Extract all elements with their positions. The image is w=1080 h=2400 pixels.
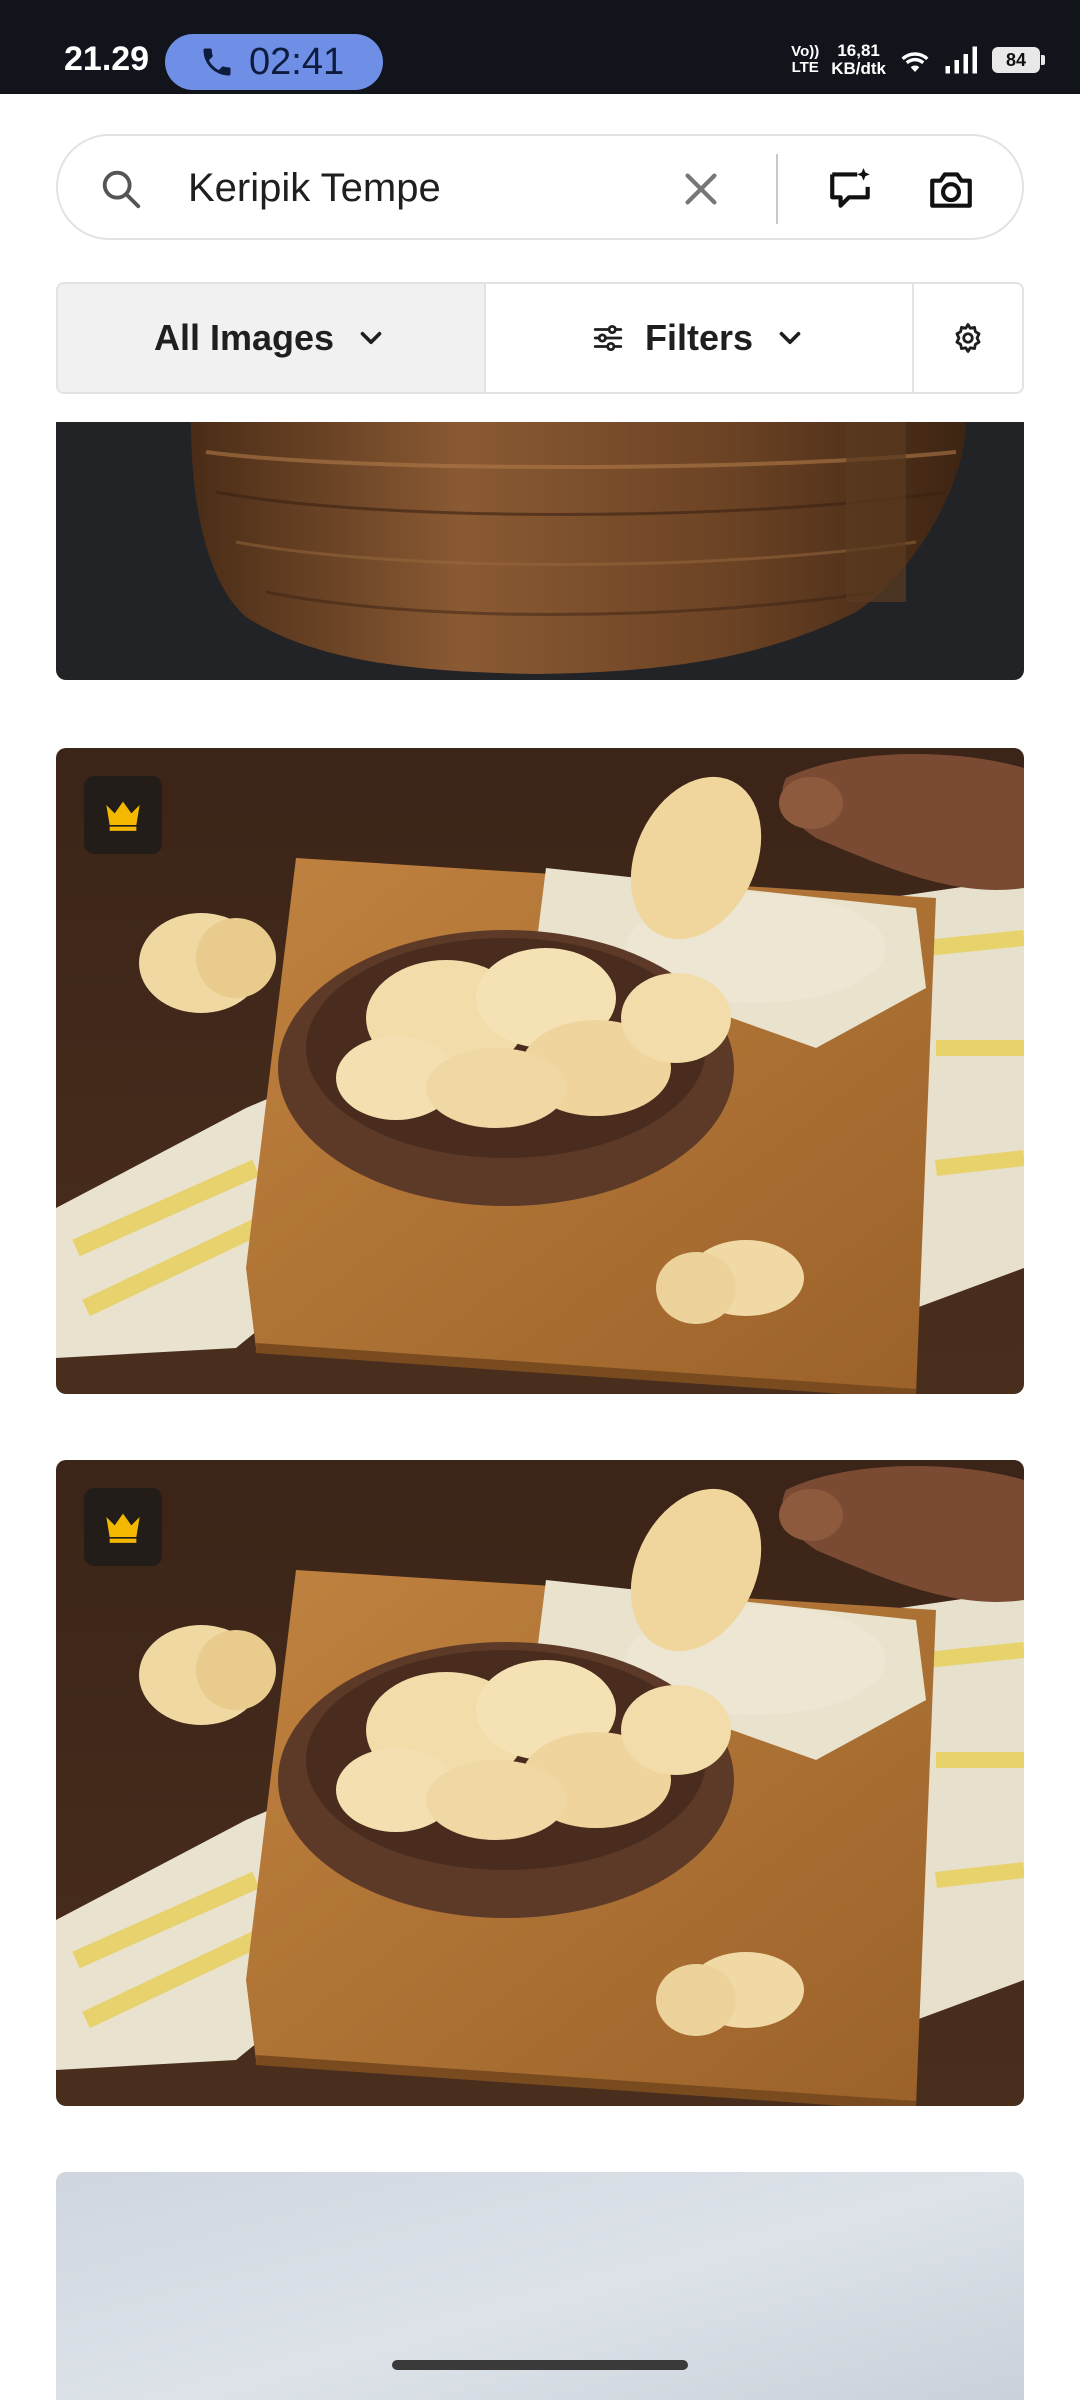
all-images-label: All Images	[153, 317, 335, 358]
crown-icon	[106, 1513, 140, 1543]
all-images-dropdown[interactable]: All Images	[58, 284, 486, 392]
clear-icon[interactable]	[678, 166, 724, 212]
premium-badge	[84, 776, 162, 854]
bamboo-steamer-image	[56, 422, 1024, 680]
volte-indicator: Vo)) LTE	[791, 43, 820, 76]
premium-badge	[84, 1488, 162, 1566]
status-time: 21.29	[64, 40, 150, 78]
filters-label: Filters	[644, 317, 754, 358]
gear-icon	[955, 323, 981, 353]
status-icons: Vo)) LTE 16,81 KB/dtk 84	[791, 41, 1045, 78]
result-image-3[interactable]	[56, 1460, 1024, 2106]
search-icon[interactable]	[98, 166, 144, 212]
search-divider	[776, 154, 778, 224]
camera-icon[interactable]	[926, 164, 976, 214]
call-timer: 02:41	[249, 40, 345, 83]
ongoing-call-pill[interactable]: 02:41	[165, 34, 383, 90]
crown-icon	[106, 801, 140, 831]
network-speed: 16,81 KB/dtk	[831, 41, 886, 78]
signal-icon	[945, 46, 977, 74]
sliders-icon	[593, 324, 623, 352]
settings-button[interactable]	[914, 284, 1022, 392]
search-bar	[56, 134, 1024, 240]
phone-icon	[203, 48, 231, 76]
wifi-icon	[901, 52, 929, 73]
keripik-tempe-image	[56, 748, 1024, 1394]
home-indicator[interactable]	[392, 2360, 688, 2370]
keripik-tempe-image	[56, 1460, 1024, 2106]
chevron-down-icon	[779, 331, 801, 345]
filters-dropdown[interactable]: Filters	[486, 284, 914, 392]
result-image-2[interactable]	[56, 748, 1024, 1394]
chevron-down-icon	[360, 331, 382, 345]
ai-search-icon[interactable]	[826, 164, 876, 214]
search-input[interactable]	[188, 158, 708, 218]
battery-indicator: 84	[992, 47, 1045, 73]
status-bar: 21.29 02:41 Vo)) LTE 16,81 KB/dtk 84	[0, 0, 1080, 94]
filter-row: All Images Filters	[56, 282, 1024, 394]
result-image-1[interactable]	[56, 422, 1024, 680]
